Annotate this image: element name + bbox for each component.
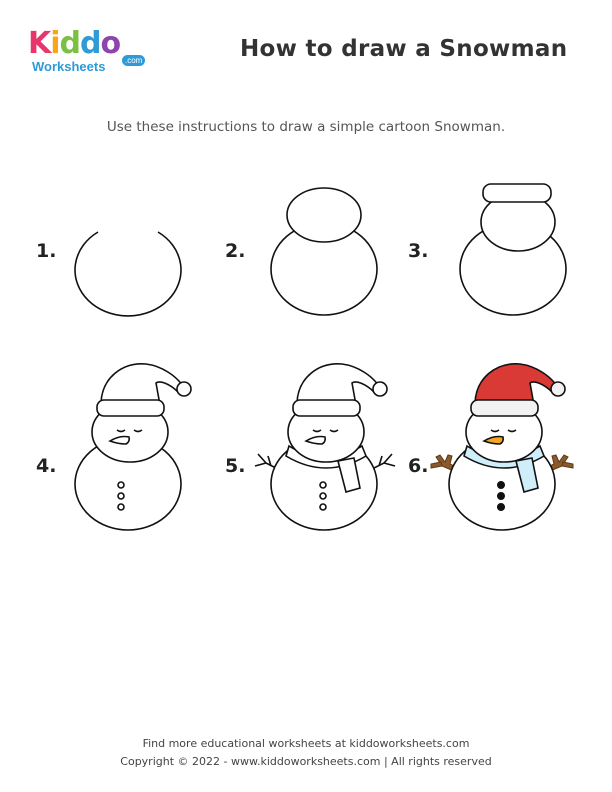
footer-promo: Find more educational worksheets at kidd… (142, 737, 470, 750)
step-6-drawing (430, 363, 574, 531)
step-3-drawing (459, 183, 567, 316)
step-2-drawing (270, 187, 378, 316)
step-5-drawing (254, 363, 396, 531)
footer-copyright: Copyright © 2022 - www.kiddoworksheets.c… (120, 755, 492, 768)
step-1-drawing (74, 231, 182, 317)
snowman-steps-illustration (74, 183, 574, 531)
step-4-drawing (74, 363, 192, 531)
